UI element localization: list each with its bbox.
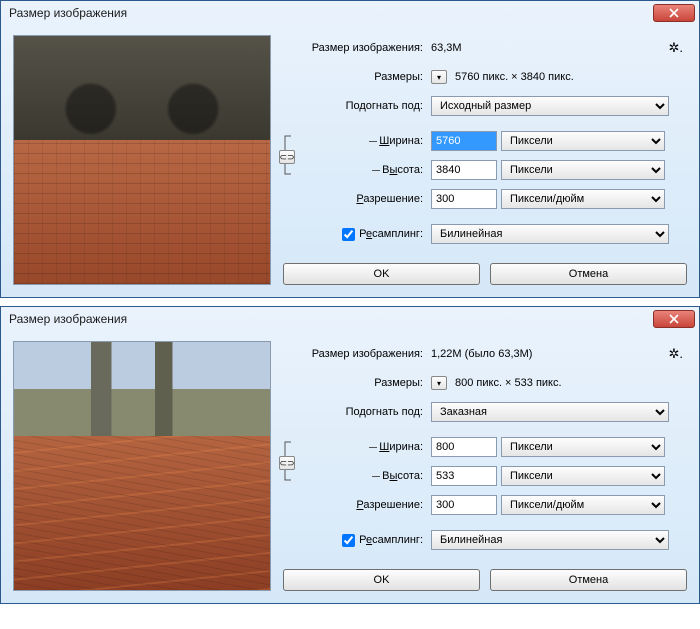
dialog-title: Размер изображения [5,6,127,20]
close-icon [669,314,679,324]
ok-button[interactable]: OK [283,263,480,285]
fit-label: Подогнать под: [283,100,431,112]
titlebar[interactable]: Размер изображения [1,1,699,25]
resample-checkbox[interactable] [342,228,355,241]
gear-icon[interactable]: ✲. [668,40,687,56]
width-unit-select[interactable]: Пиксели [501,131,665,151]
titlebar[interactable]: Размер изображения [1,307,699,331]
height-unit-select[interactable]: Пиксели [501,160,665,180]
resample-checkbox[interactable] [342,534,355,547]
dimensions-value: 800 пикс. × 533 пикс. [455,377,562,389]
constrain-proportions-button[interactable]: ⊂⊃ [279,456,295,470]
fit-label: Подогнать под: [283,406,431,418]
close-button[interactable] [653,4,695,22]
dimensions-dropdown-icon[interactable]: ▾ [431,376,447,390]
fit-select[interactable]: Исходный размер [431,96,669,116]
close-icon [669,8,679,18]
cancel-button[interactable]: Отмена [490,569,687,591]
size-value: 63,3M [431,42,462,54]
resample-method-select[interactable]: Билинейная [431,224,669,244]
width-input[interactable] [431,437,497,457]
resample-label-wrap: Ресамплинг: [283,228,431,241]
dimensions-dropdown-icon[interactable]: ▾ [431,70,447,84]
resolution-label: Разрешение: [283,193,431,205]
cancel-button[interactable]: Отмена [490,263,687,285]
size-value: 1,22M (было 63,3M) [431,348,532,360]
size-label: Размер изображения: [283,42,431,54]
dimensions-label: Размеры: [283,71,431,83]
width-label: Ширина: [297,441,431,453]
resolution-unit-select[interactable]: Пиксели/дюйм [501,189,665,209]
gear-icon[interactable]: ✲. [668,346,687,362]
resample-label: Ресамплинг: [359,228,423,240]
height-input[interactable] [431,466,497,486]
preview-image [13,341,271,591]
height-label: Высота: [297,164,431,176]
size-label: Размер изображения: [283,348,431,360]
height-label: Высота: [297,470,431,482]
resample-method-select[interactable]: Билинейная [431,530,669,550]
close-button[interactable] [653,310,695,328]
resolution-unit-select[interactable]: Пиксели/дюйм [501,495,665,515]
width-input[interactable] [431,131,497,151]
height-unit-select[interactable]: Пиксели [501,466,665,486]
dimensions-value: 5760 пикс. × 3840 пикс. [455,71,574,83]
resolution-input[interactable] [431,189,497,209]
constrain-proportions-button[interactable]: ⊂⊃ [279,150,295,164]
fit-select[interactable]: Заказная [431,402,669,422]
dimensions-label: Размеры: [283,377,431,389]
height-input[interactable] [431,160,497,180]
preview-image [13,35,271,285]
resample-label: Ресамплинг: [359,534,423,546]
width-label: Ширина: [297,135,431,147]
dialog-title: Размер изображения [5,312,127,326]
ok-button[interactable]: OK [283,569,480,591]
image-size-dialog: Размер изображения Размер изображения: 1… [0,306,700,604]
image-size-dialog: Размер изображения Размер изображения: 6… [0,0,700,298]
resolution-label: Разрешение: [283,499,431,511]
width-unit-select[interactable]: Пиксели [501,437,665,457]
resample-label-wrap: Ресамплинг: [283,534,431,547]
resolution-input[interactable] [431,495,497,515]
